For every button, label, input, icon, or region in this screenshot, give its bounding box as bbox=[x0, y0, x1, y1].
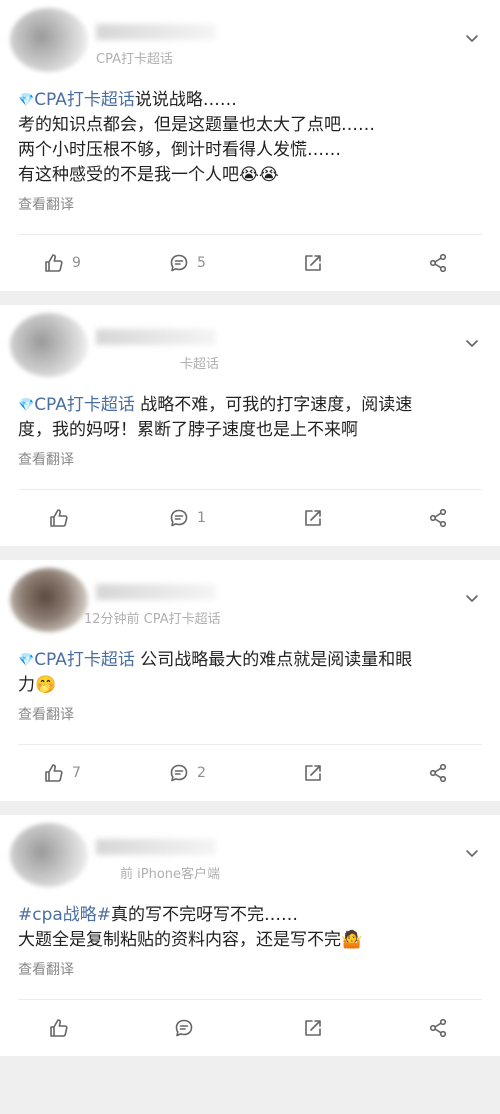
avatar[interactable] bbox=[10, 313, 88, 377]
see-translation-link[interactable]: 查看翻译 bbox=[18, 959, 482, 979]
thumbs-up-icon bbox=[45, 254, 63, 272]
repost-icon bbox=[304, 510, 321, 526]
avatar[interactable] bbox=[10, 8, 88, 72]
content-line: 力🤭 bbox=[18, 675, 57, 695]
see-translation-link[interactable]: 查看翻译 bbox=[18, 704, 482, 724]
post-content: 💎CPA打卡超话说说战略…… 考的知识点都会，但是这题量也太大了点吧…… 两个小… bbox=[0, 82, 500, 188]
comment-button[interactable] bbox=[125, 1018, 250, 1038]
post-meta: 12分钟前 CPA打卡超话 bbox=[84, 612, 221, 627]
comment-icon bbox=[170, 764, 188, 782]
action-bar: 7 2 bbox=[0, 745, 500, 801]
username-blurred[interactable] bbox=[96, 329, 216, 345]
share-button[interactable] bbox=[375, 253, 500, 273]
avatar[interactable] bbox=[10, 568, 88, 632]
chevron-down-icon[interactable] bbox=[464, 590, 480, 606]
comment-icon bbox=[170, 509, 188, 527]
topic-link[interactable]: 💎CPA打卡超话 bbox=[18, 395, 135, 415]
like-button[interactable] bbox=[0, 1018, 125, 1038]
repost-button[interactable] bbox=[250, 253, 375, 273]
content-line: 💎CPA打卡超话说说战略…… bbox=[18, 90, 237, 110]
username-blurred[interactable] bbox=[96, 839, 216, 855]
like-count: 9 bbox=[72, 255, 81, 271]
repost-button[interactable] bbox=[250, 1018, 375, 1038]
feed: CPA打卡超话 💎CPA打卡超话说说战略…… 考的知识点都会，但是这题量也太大了… bbox=[0, 0, 500, 1056]
repost-button[interactable] bbox=[250, 763, 375, 783]
share-icon bbox=[429, 1018, 446, 1038]
like-button[interactable] bbox=[0, 508, 125, 528]
post-header: 12分钟前 CPA打卡超话 bbox=[0, 560, 500, 642]
chevron-down-icon[interactable] bbox=[464, 30, 480, 46]
thumbs-up-icon bbox=[49, 1019, 68, 1037]
feed-gap bbox=[0, 291, 500, 305]
repost-icon bbox=[304, 255, 321, 271]
thumbs-up-icon bbox=[49, 509, 68, 527]
topic-link[interactable]: 💎CPA打卡超话 bbox=[18, 90, 135, 110]
repost-button[interactable] bbox=[250, 508, 375, 528]
comment-button[interactable]: 2 bbox=[125, 763, 250, 783]
see-translation-link[interactable]: 查看翻译 bbox=[18, 449, 482, 469]
content-line: #cpa战略#真的写不完呀写不完…… bbox=[18, 905, 299, 925]
content-line: 度，我的妈呀！累断了脖子速度也是上不来啊 bbox=[18, 420, 358, 440]
username-blurred[interactable] bbox=[96, 24, 216, 40]
comment-count: 2 bbox=[197, 765, 206, 781]
feed-gap bbox=[0, 801, 500, 815]
post-content: 💎CPA打卡超话 公司战略最大的难点就是阅读量和眼 力🤭 bbox=[0, 642, 500, 698]
content-line: 💎CPA打卡超话 公司战略最大的难点就是阅读量和眼 bbox=[18, 650, 413, 670]
super-topic-icon: 💎 bbox=[18, 398, 35, 413]
comment-button[interactable]: 1 bbox=[125, 508, 250, 528]
content-line: 考的知识点都会，但是这题量也太大了点吧…… bbox=[18, 115, 375, 135]
chevron-down-icon[interactable] bbox=[464, 335, 480, 351]
action-bar bbox=[0, 1000, 500, 1056]
see-translation-link[interactable]: 查看翻译 bbox=[18, 194, 482, 214]
action-bar: 9 5 bbox=[0, 235, 500, 291]
comment-icon bbox=[170, 254, 188, 272]
comment-count: 1 bbox=[197, 510, 206, 526]
post-card[interactable]: 前 iPhone客户端 #cpa战略#真的写不完呀写不完…… 大题全是复制粘贴的… bbox=[0, 815, 500, 1056]
like-button[interactable]: 7 bbox=[0, 763, 125, 783]
post-header: 前 iPhone客户端 bbox=[0, 815, 500, 897]
post-header: CPA打卡超话 bbox=[0, 0, 500, 82]
super-topic-icon: 💎 bbox=[18, 653, 35, 668]
topic-link[interactable]: 💎CPA打卡超话 bbox=[18, 650, 135, 670]
chevron-down-icon[interactable] bbox=[464, 845, 480, 861]
comment-icon bbox=[175, 1019, 192, 1037]
comment-count: 5 bbox=[197, 255, 206, 271]
share-icon bbox=[429, 763, 446, 783]
post-card[interactable]: CPA打卡超话 💎CPA打卡超话说说战略…… 考的知识点都会，但是这题量也太大了… bbox=[0, 0, 500, 291]
post-meta: 前 iPhone客户端 bbox=[120, 867, 221, 882]
username-blurred[interactable] bbox=[96, 584, 216, 600]
comment-button[interactable]: 5 bbox=[125, 253, 250, 273]
share-icon bbox=[429, 253, 446, 273]
feed-gap bbox=[0, 546, 500, 560]
share-button[interactable] bbox=[375, 508, 500, 528]
like-count: 7 bbox=[72, 765, 81, 781]
thumbs-up-icon bbox=[45, 764, 63, 782]
post-content: 💎CPA打卡超话 战略不难，可我的打字速度，阅读速 度，我的妈呀！累断了脖子速度… bbox=[0, 387, 500, 443]
post-content: #cpa战略#真的写不完呀写不完…… 大题全是复制粘贴的资料内容，还是写不完🤷 bbox=[0, 897, 500, 953]
share-icon bbox=[429, 508, 446, 528]
post-header: 卡超话 bbox=[0, 305, 500, 387]
content-line: 💎CPA打卡超话 战略不难，可我的打字速度，阅读速 bbox=[18, 395, 413, 415]
repost-icon bbox=[304, 1020, 321, 1036]
super-topic-icon: 💎 bbox=[18, 93, 35, 108]
content-line: 大题全是复制粘贴的资料内容，还是写不完🤷 bbox=[18, 930, 363, 950]
content-line: 有这种感受的不是我一个人吧😭😭 bbox=[18, 165, 279, 185]
topic-link[interactable]: #cpa战略# bbox=[18, 905, 111, 925]
post-card[interactable]: 12分钟前 CPA打卡超话 💎CPA打卡超话 公司战略最大的难点就是阅读量和眼 … bbox=[0, 560, 500, 801]
like-button[interactable]: 9 bbox=[0, 253, 125, 273]
action-bar: 1 bbox=[0, 490, 500, 546]
avatar[interactable] bbox=[10, 823, 88, 887]
share-button[interactable] bbox=[375, 763, 500, 783]
post-meta: 卡超话 bbox=[180, 357, 220, 372]
post-meta: CPA打卡超话 bbox=[96, 52, 173, 67]
repost-icon bbox=[304, 765, 321, 781]
post-card[interactable]: 卡超话 💎CPA打卡超话 战略不难，可我的打字速度，阅读速 度，我的妈呀！累断了… bbox=[0, 305, 500, 546]
content-line: 两个小时压根不够，倒计时看得人发慌…… bbox=[18, 140, 341, 160]
share-button[interactable] bbox=[375, 1018, 500, 1038]
